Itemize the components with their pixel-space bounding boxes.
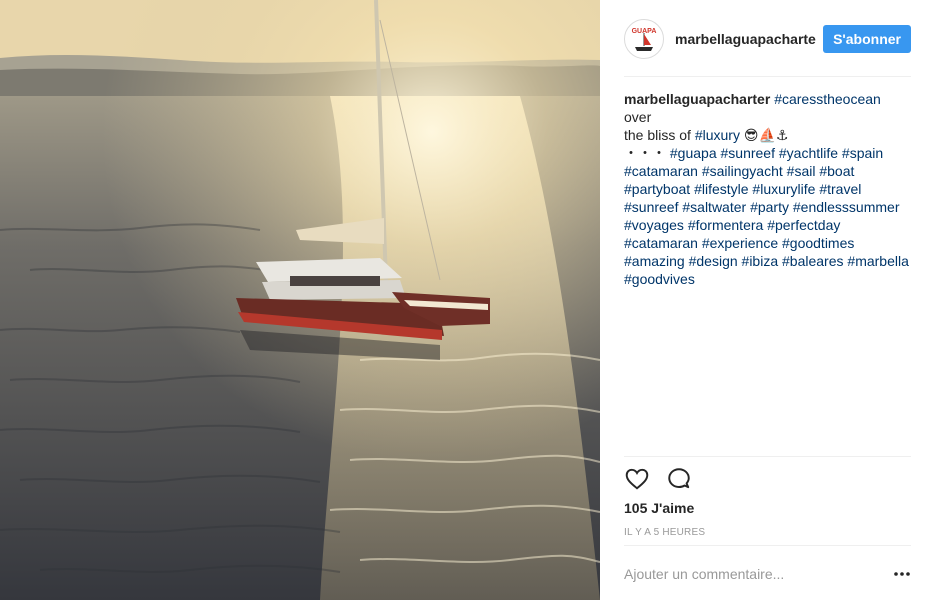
caption-author[interactable]: marbellaguapacharter [624, 91, 770, 107]
caption-dots: ・・・ [624, 145, 666, 161]
hashtag[interactable]: #sunreef [624, 199, 678, 215]
post-sidebar: GUAPA marbellaguapacharte S'abonner marb… [600, 0, 935, 600]
hashtag[interactable]: #lifestyle [694, 181, 748, 197]
hashtag[interactable]: #boat [819, 163, 854, 179]
header-divider [624, 76, 911, 77]
hashtag[interactable]: #saltwater [682, 199, 746, 215]
hashtag-list: ・・・ #guapa #sunreef #yachtlife #spain #c… [624, 144, 911, 288]
hashtag[interactable]: #partyboat [624, 181, 690, 197]
post-header: GUAPA marbellaguapacharte S'abonner [624, 17, 911, 61]
post-timestamp[interactable]: IL Y A 5 HEURES [624, 527, 705, 538]
follow-button[interactable]: S'abonner [823, 25, 911, 53]
likes-count[interactable]: 105 J'aime [624, 500, 694, 516]
hashtag[interactable]: #spain [842, 145, 883, 161]
post-container: GUAPA marbellaguapacharte S'abonner marb… [0, 0, 935, 600]
hashtag[interactable]: #ibiza [742, 253, 779, 269]
hashtag[interactable]: #goodtimes [782, 235, 854, 251]
actions-divider [624, 456, 911, 457]
hashtag[interactable]: #experience [702, 235, 778, 251]
hashtag[interactable]: #travel [819, 181, 861, 197]
hashtag[interactable]: #yachtlife [779, 145, 838, 161]
hashtag[interactable]: #formentera [688, 217, 763, 233]
heart-icon[interactable] [624, 466, 650, 492]
hashtag[interactable]: #baleares [782, 253, 844, 269]
action-bar [624, 466, 692, 492]
hashtag[interactable]: #guapa [670, 145, 717, 161]
guapa-logo-icon: GUAPA [632, 28, 656, 51]
hashtag[interactable]: #sunreef [721, 145, 775, 161]
post-username[interactable]: marbellaguapacharte [675, 31, 823, 47]
caption-text: the bliss of [624, 127, 691, 143]
comment-input[interactable] [624, 563, 884, 585]
post-photo[interactable] [0, 0, 600, 600]
hashtag[interactable]: #catamaran [624, 235, 698, 251]
comment-icon[interactable] [666, 466, 692, 492]
hashtag[interactable]: #amazing [624, 253, 685, 269]
hashtag[interactable]: #catamaran [624, 163, 698, 179]
comment-divider [624, 545, 911, 546]
hashtag[interactable]: #perfectday [767, 217, 840, 233]
post-caption: marbellaguapacharter #caresstheocean ove… [624, 90, 911, 288]
hashtag[interactable]: #party [750, 199, 789, 215]
hashtag[interactable]: #sailingyacht [702, 163, 783, 179]
catamaran-photo [0, 0, 600, 600]
hashtag[interactable]: #luxury [695, 127, 740, 143]
hashtag[interactable]: #marbella [847, 253, 908, 269]
caption-text: over [624, 109, 652, 125]
hashtag[interactable]: #design [689, 253, 738, 269]
caption-emoji: 😎⛵⚓ [743, 127, 789, 143]
hashtag[interactable]: #sail [787, 163, 816, 179]
more-icon[interactable] [893, 566, 911, 582]
hashtag[interactable]: #luxurylife [752, 181, 815, 197]
hashtag[interactable]: #caresstheocean [774, 91, 881, 107]
hashtag[interactable]: #goodvives [624, 271, 695, 287]
hashtag[interactable]: #endlesssummer [793, 199, 900, 215]
avatar[interactable]: GUAPA [624, 19, 664, 59]
hashtag[interactable]: #voyages [624, 217, 684, 233]
